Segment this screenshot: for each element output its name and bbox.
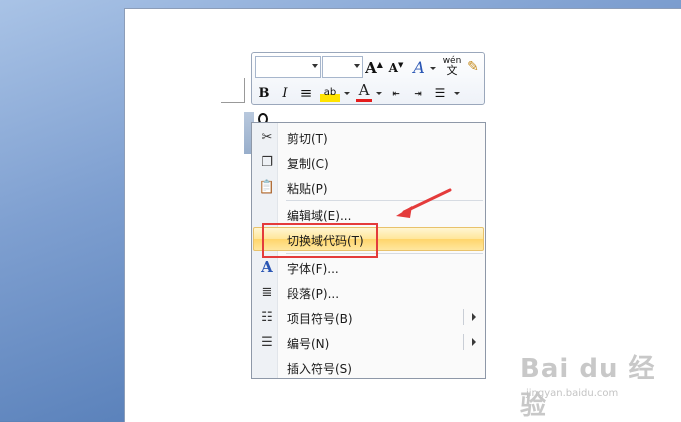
mini-toolbar: A ▲ A ▼ A wén 文 ✎ B I ≡ ab A ⇤ ⇥ ☰ <box>251 52 485 105</box>
watermark-url: jingyan.baidu.com <box>526 388 619 399</box>
menu-item-label: 项目符号(B) <box>287 312 353 326</box>
pointer-arrow-icon <box>396 188 452 218</box>
submenu-arrow-icon <box>472 338 476 346</box>
align-center-icon: ≡ <box>299 84 313 102</box>
menu-item-label: 字体(F)... <box>287 262 339 276</box>
font-color-button[interactable]: A <box>356 81 372 102</box>
bold-button[interactable]: B <box>257 83 271 103</box>
menu-item-label: 编号(N) <box>287 337 330 351</box>
corner-mark <box>244 78 245 102</box>
styles-button[interactable]: A <box>410 57 428 77</box>
decrease-indent-icon: ⇤ <box>392 86 400 100</box>
shrink-font-button[interactable]: A ▼ <box>388 58 404 78</box>
corner-mark <box>221 102 245 103</box>
font-color-icon: A <box>358 81 370 99</box>
copy-icon: ❐ <box>261 154 273 170</box>
chevron-down-icon <box>312 64 318 68</box>
phonetic-char-icon: 文 <box>446 64 458 77</box>
italic-icon: I <box>282 85 288 101</box>
menu-item-copy[interactable]: ❐ 复制(C) <box>253 150 484 174</box>
highlight-icon: ab <box>323 86 337 98</box>
menu-item-font[interactable]: A 字体(F)... <box>253 255 484 279</box>
brush-icon: ✎ <box>467 59 479 75</box>
shrink-font-icon: A <box>388 61 398 75</box>
increase-indent-button[interactable]: ⇥ <box>410 83 426 103</box>
font-icon: A <box>261 258 273 276</box>
submenu-divider <box>463 309 464 325</box>
chevron-down-icon <box>344 92 350 95</box>
submenu-divider <box>463 334 464 350</box>
chevron-down-icon <box>354 64 360 68</box>
grow-font-button[interactable]: A ▲ <box>365 58 383 78</box>
watermark: Bai du 经验 jingyan.baidu.com <box>520 348 681 422</box>
bullets-icon: ☰ <box>434 86 446 100</box>
menu-item-paragraph[interactable]: ≣ 段落(P)... <box>253 280 484 304</box>
increase-indent-icon: ⇥ <box>414 86 422 100</box>
font-name-combo[interactable] <box>255 56 321 78</box>
chevron-down-icon <box>430 67 436 70</box>
highlight-button[interactable]: ab <box>320 82 340 102</box>
font-size-combo[interactable] <box>322 56 363 78</box>
menu-item-bullets[interactable]: ☷ 项目符号(B) <box>253 305 484 329</box>
menu-item-label: 粘贴(P) <box>287 182 328 196</box>
highlight-box <box>262 223 378 258</box>
bullets-icon: ☷ <box>261 309 273 325</box>
menu-item-cut[interactable]: ✂ 剪切(T) <box>253 125 484 149</box>
chevron-down-icon <box>376 92 382 95</box>
format-painter-button[interactable]: ✎ <box>464 57 482 77</box>
submenu-arrow-icon <box>472 313 476 321</box>
menu-item-label: 编辑域(E)... <box>287 209 352 223</box>
paste-icon: 📋 <box>258 179 276 195</box>
paragraph-icon: ≣ <box>261 284 273 300</box>
menu-item-label: 复制(C) <box>287 157 329 171</box>
align-center-button[interactable]: ≡ <box>298 83 314 103</box>
chevron-down-icon <box>454 92 460 95</box>
menu-item-label: 剪切(T) <box>287 132 328 146</box>
menu-separator <box>286 200 483 201</box>
numbering-icon: ☰ <box>261 334 273 350</box>
bullets-button[interactable]: ☰ <box>432 83 448 103</box>
menu-item-numbering[interactable]: ☰ 编号(N) <box>253 330 484 354</box>
menu-item-label: 插入符号(S) <box>287 362 352 376</box>
styles-icon: A <box>413 57 425 77</box>
bold-icon: B <box>258 85 270 101</box>
phonetic-guide-button[interactable]: wén 文 <box>442 56 462 77</box>
caret-down-icon: ▼ <box>397 59 404 69</box>
menu-item-label: 段落(P)... <box>287 287 340 301</box>
scissors-icon: ✂ <box>261 129 273 145</box>
menu-item-insert-symbol[interactable]: 插入符号(S) <box>253 355 484 379</box>
decrease-indent-button[interactable]: ⇤ <box>388 83 404 103</box>
caret-up-icon: ▲ <box>376 59 383 69</box>
italic-button[interactable]: I <box>278 83 292 103</box>
grow-font-icon: A <box>365 59 377 77</box>
